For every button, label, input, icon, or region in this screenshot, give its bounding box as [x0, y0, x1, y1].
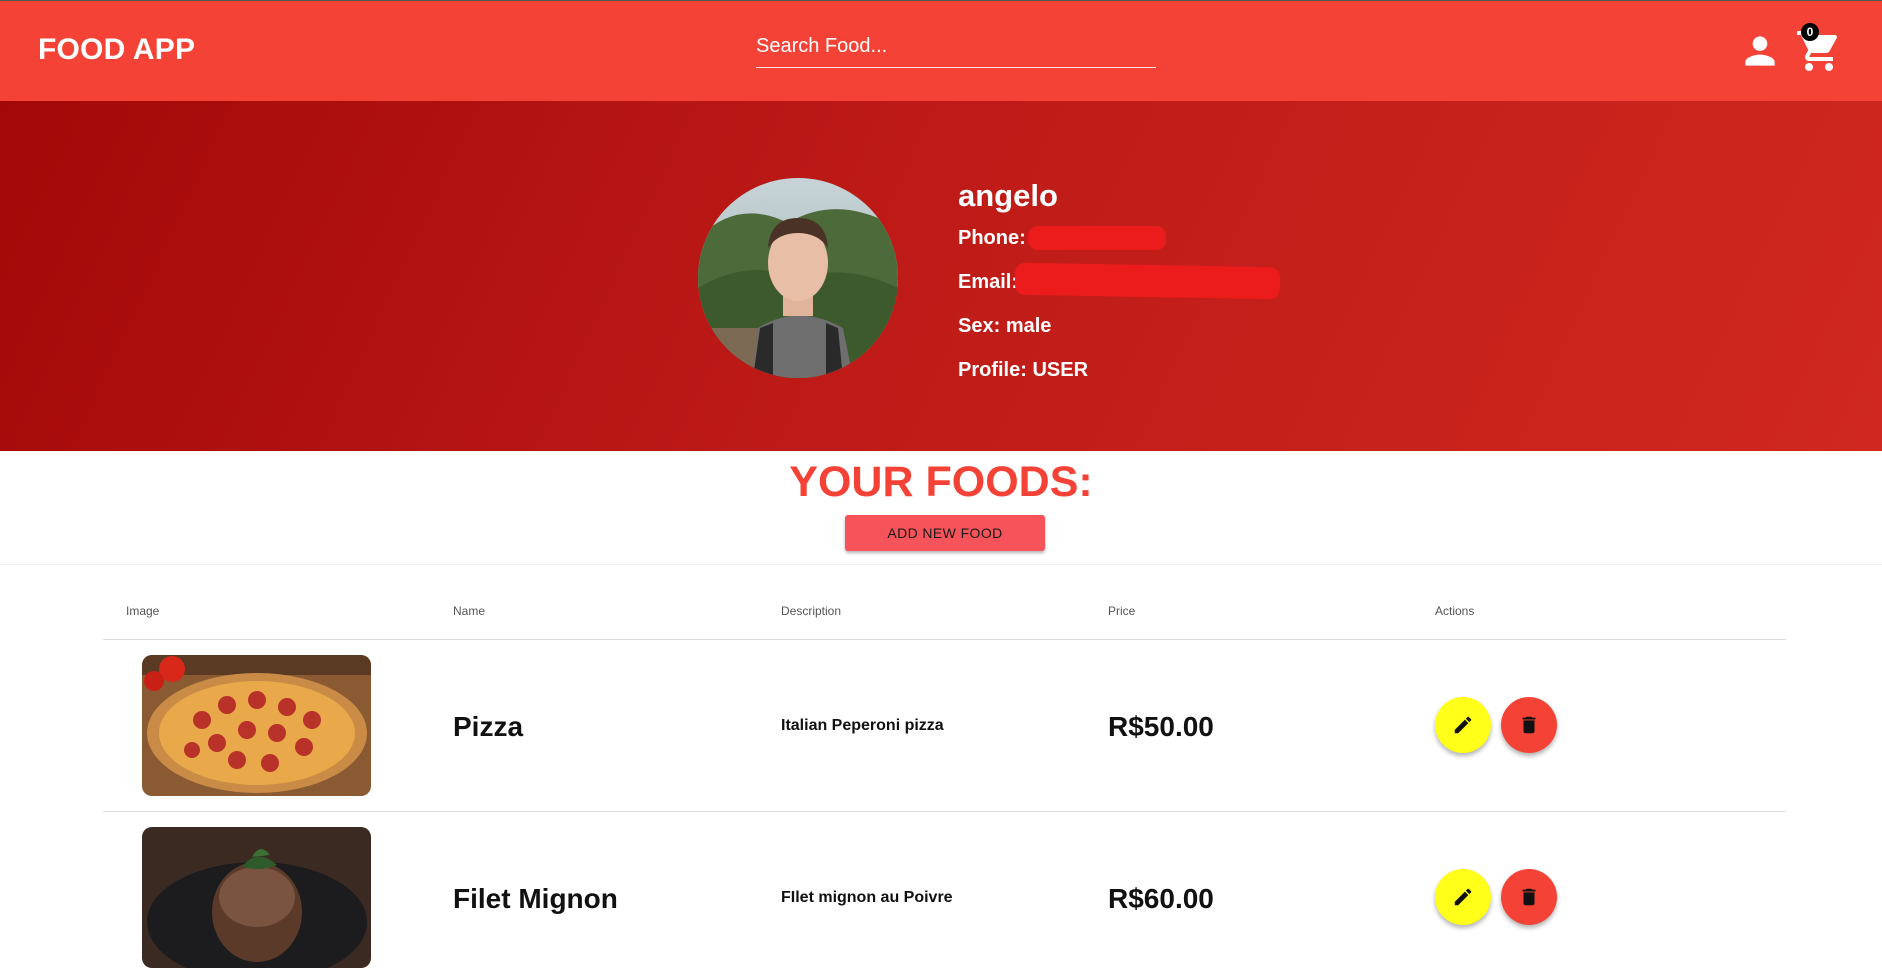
app-bar: FOOD APP 0: [0, 0, 1882, 101]
delete-food-button[interactable]: [1501, 697, 1557, 753]
trash-icon: [1522, 716, 1536, 734]
email-label: Email:: [958, 271, 1019, 293]
phone-label: Phone:: [958, 227, 1026, 249]
sex-value: male: [1005, 315, 1052, 337]
food-name: Filet Mignon: [453, 883, 618, 914]
sex-label: Sex:: [958, 315, 1001, 337]
food-description: Italian Peperoni pizza: [781, 717, 944, 734]
avatar: [698, 178, 898, 378]
food-image-filet-mignon: [142, 827, 371, 968]
food-price: R$50.00: [1108, 711, 1214, 742]
pencil-icon: [1454, 888, 1472, 906]
profile-name: angelo: [958, 178, 1058, 213]
profile-value: USER: [1032, 359, 1089, 381]
add-new-food-button[interactable]: ADD NEW FOOD: [845, 515, 1045, 551]
redacted-email: [1014, 262, 1281, 300]
profile-row: Profile: USER: [958, 359, 1088, 382]
edit-food-button[interactable]: [1435, 869, 1491, 925]
pencil-icon: [1454, 716, 1472, 734]
profile-label: Profile:: [958, 359, 1027, 381]
column-header-description: Description: [781, 604, 842, 618]
column-header-price: Price: [1108, 604, 1136, 618]
row-divider: [103, 811, 1786, 812]
account-icon[interactable]: [1738, 29, 1782, 73]
profile-banner: [0, 101, 1882, 451]
redacted-phone: [1028, 226, 1166, 250]
section-title: YOUR FOODS:: [789, 458, 1093, 506]
food-name: Pizza: [453, 711, 524, 742]
column-header-name: Name: [453, 604, 486, 618]
app-logo[interactable]: FOOD APP: [38, 33, 195, 67]
cart-count-badge: 0: [1801, 23, 1819, 41]
header-divider: [103, 639, 1786, 640]
trash-icon: [1522, 888, 1536, 906]
delete-food-button[interactable]: [1501, 869, 1557, 925]
food-description: FIlet mignon au Poivre: [781, 889, 953, 906]
edit-food-button[interactable]: [1435, 697, 1491, 753]
search-field: [756, 29, 1156, 68]
divider: [0, 564, 1882, 565]
food-price: R$60.00: [1108, 883, 1214, 914]
food-image-pizza: [142, 655, 371, 796]
column-header-image: Image: [126, 604, 160, 618]
sex-row: Sex: male: [958, 315, 1051, 338]
search-input[interactable]: [756, 29, 1156, 63]
column-header-actions: Actions: [1435, 604, 1475, 618]
